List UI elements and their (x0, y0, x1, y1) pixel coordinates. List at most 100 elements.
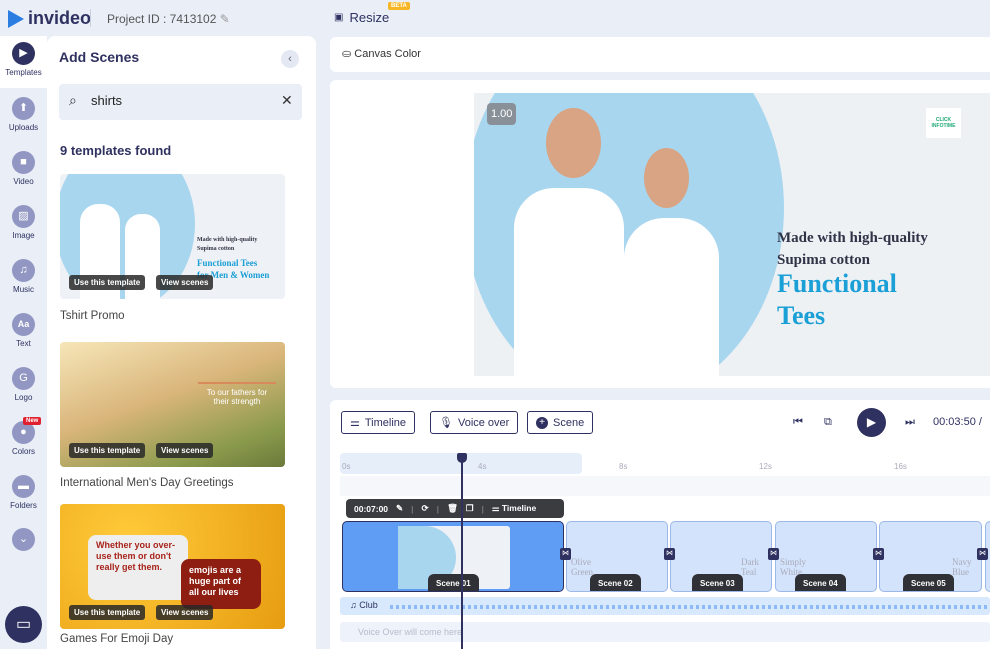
duplicate-icon[interactable]: ❐ (466, 503, 474, 514)
view-scenes-button[interactable]: View scenes (156, 605, 214, 620)
use-template-button[interactable]: Use this template (69, 443, 146, 458)
playhead-handle[interactable] (457, 453, 467, 463)
sidebar-label: Image (12, 231, 35, 240)
button-label: Timeline (364, 416, 407, 429)
scene-label: Scene 02 (590, 574, 641, 591)
brand-logo: CLICK INFOTIME (926, 108, 961, 138)
sidebar-item-uploads[interactable]: ⬆ Uploads (0, 97, 47, 132)
scene-block-02[interactable]: Olive Green Scene 02 (566, 521, 668, 592)
chevron-down-icon: ⌄ (12, 528, 35, 551)
slide-text[interactable]: Made with high-quality (777, 230, 928, 247)
sidebar-label: Uploads (8, 123, 39, 132)
scene-label: Scene 01 (428, 574, 479, 591)
template-card[interactable]: Made with high-quality Supima cotton Fun… (60, 174, 285, 299)
voice-over-button[interactable]: 🎙 Voice over (430, 411, 519, 434)
search-icon: ⌕ (69, 92, 77, 108)
sidebar-label: Folders (10, 501, 37, 510)
preview-mode-icon[interactable]: ⧉ (824, 416, 832, 429)
music-note-icon: ♫ (350, 600, 357, 610)
pencil-icon[interactable]: ✎ (220, 12, 230, 26)
scene-label: Scene 04 (795, 574, 846, 591)
transition-icon[interactable]: ⋈ (873, 548, 884, 560)
sidebar-more-button[interactable]: ⌄ (0, 528, 47, 554)
sidebar-item-folders[interactable]: ▬ Folders (0, 475, 47, 510)
transition-icon[interactable]: ⋈ (977, 548, 988, 560)
scene-block-01[interactable]: Scene 01 (342, 521, 564, 592)
sidebar-item-templates[interactable]: ▶ Templates (0, 36, 47, 88)
slide-person-head (546, 108, 601, 178)
current-time: 00:03:50 / (933, 416, 982, 428)
timeline-button[interactable]: ⚌ Timeline (341, 411, 416, 434)
transition-icon[interactable]: ⋈ (664, 548, 675, 560)
project-id[interactable]: Project ID : 7413102 ✎ (107, 12, 230, 26)
skip-back-icon[interactable]: ⏮ (793, 416, 803, 429)
tick-label: 12s (759, 462, 772, 471)
slide-person-man (514, 188, 624, 376)
sidebar-label: Templates (5, 68, 42, 77)
sidebar-label: Music (13, 285, 34, 294)
skip-forward-icon[interactable]: ⏭ (905, 416, 915, 429)
template-name: Tshirt Promo (60, 310, 125, 322)
playhead[interactable] (461, 453, 463, 649)
slide-person-woman (624, 218, 719, 376)
sidebar-item-colors[interactable]: ● Colors (0, 421, 47, 456)
top-bar: invideo Project ID : 7413102 ✎ ▣ Resize B… (0, 0, 990, 36)
use-template-button[interactable]: Use this template (69, 275, 146, 290)
add-scene-button[interactable]: + Scene (527, 411, 594, 434)
search-input[interactable] (91, 93, 271, 108)
transition-icon[interactable]: ⋈ (560, 548, 571, 560)
scene-block-03[interactable]: Dark Teal Scene 03 (670, 521, 772, 592)
scene-text: Dark Teal (741, 557, 759, 577)
canvas-color-button[interactable]: ⛀ Canvas Color (342, 47, 421, 60)
audio-track[interactable]: ♫ Club (340, 597, 990, 615)
transition-icon[interactable]: ⋈ (768, 548, 779, 560)
tick-label: 4s (478, 462, 487, 471)
collapse-panel-button[interactable]: ‹ (281, 50, 299, 68)
chat-button[interactable]: ▭ (5, 606, 42, 643)
new-badge: New (23, 417, 42, 425)
sidebar-item-text[interactable]: Aa Text (0, 313, 47, 348)
view-scenes-button[interactable]: View scenes (156, 443, 214, 458)
voice-over-track[interactable]: Voice Over will come here (340, 622, 990, 642)
resize-button[interactable]: ▣ Resize (334, 10, 389, 25)
sidebar-item-video[interactable]: ■ Video (0, 151, 47, 186)
music-icon: ♫ (12, 259, 35, 282)
canvas-color-label: Canvas Color (354, 48, 421, 60)
invideo-logo[interactable]: invideo (8, 8, 91, 29)
delete-icon[interactable]: 🗑 (447, 503, 458, 514)
slide-title[interactable]: Functional (777, 269, 897, 299)
thumb-text: To our fathers for their strength (206, 388, 268, 406)
thumb-text: Supima cotton (197, 246, 235, 252)
scene-block-04[interactable]: Simply White Scene 04 (775, 521, 877, 592)
clear-search-icon[interactable]: ✕ (281, 92, 293, 109)
timeline-track-bg (340, 476, 990, 496)
use-template-button[interactable]: Use this template (69, 605, 146, 620)
templates-icon: ▶ (12, 42, 35, 65)
edit-duration-icon[interactable]: ✎ (396, 503, 403, 514)
resize-icon: ▣ (334, 12, 344, 23)
thumb-bubble: emojis are a huge part of all our lives (181, 559, 261, 609)
template-card[interactable]: Whether you over-use them or don't reall… (60, 504, 285, 629)
scene-label: Scene 05 (903, 574, 954, 591)
view-scenes-button[interactable]: View scenes (156, 275, 214, 290)
scene-text: Navy Blue (952, 557, 972, 577)
sidebar-item-image[interactable]: ▨ Image (0, 205, 47, 240)
slide-person-head (644, 148, 689, 208)
scene-duration[interactable]: 00:07:00 (354, 504, 388, 514)
sidebar-item-logo[interactable]: G Logo (0, 367, 47, 402)
slide-title[interactable]: Tees (777, 301, 825, 331)
refresh-icon[interactable]: ⟳ (422, 503, 429, 514)
scene-block-05[interactable]: Navy Blue Scene 05 (879, 521, 982, 592)
sidebar-item-music[interactable]: ♫ Music (0, 259, 47, 294)
slide-text[interactable]: Supima cotton (777, 252, 870, 269)
tick-label: 0s (342, 462, 351, 471)
tick-label: 8s (619, 462, 628, 471)
sidebar-label: Logo (14, 393, 33, 402)
timeline-panel: ⚌ Timeline 🎙 Voice over + Scene ⏮ ⧉ ▶ ⏭ 00:… (330, 400, 990, 649)
slide-canvas[interactable]: 1.00 CLICK INFOTIME Made with high-quali… (474, 93, 990, 376)
timeline-toggle[interactable]: ⚌ Timeline (492, 503, 536, 514)
play-button[interactable]: ▶ (857, 408, 886, 437)
play-icon: ▶ (866, 415, 877, 429)
template-card[interactable]: To our fathers for their strength Use th… (60, 342, 285, 467)
canvas-preview: 1.00 CLICK INFOTIME Made with high-quali… (330, 80, 990, 388)
